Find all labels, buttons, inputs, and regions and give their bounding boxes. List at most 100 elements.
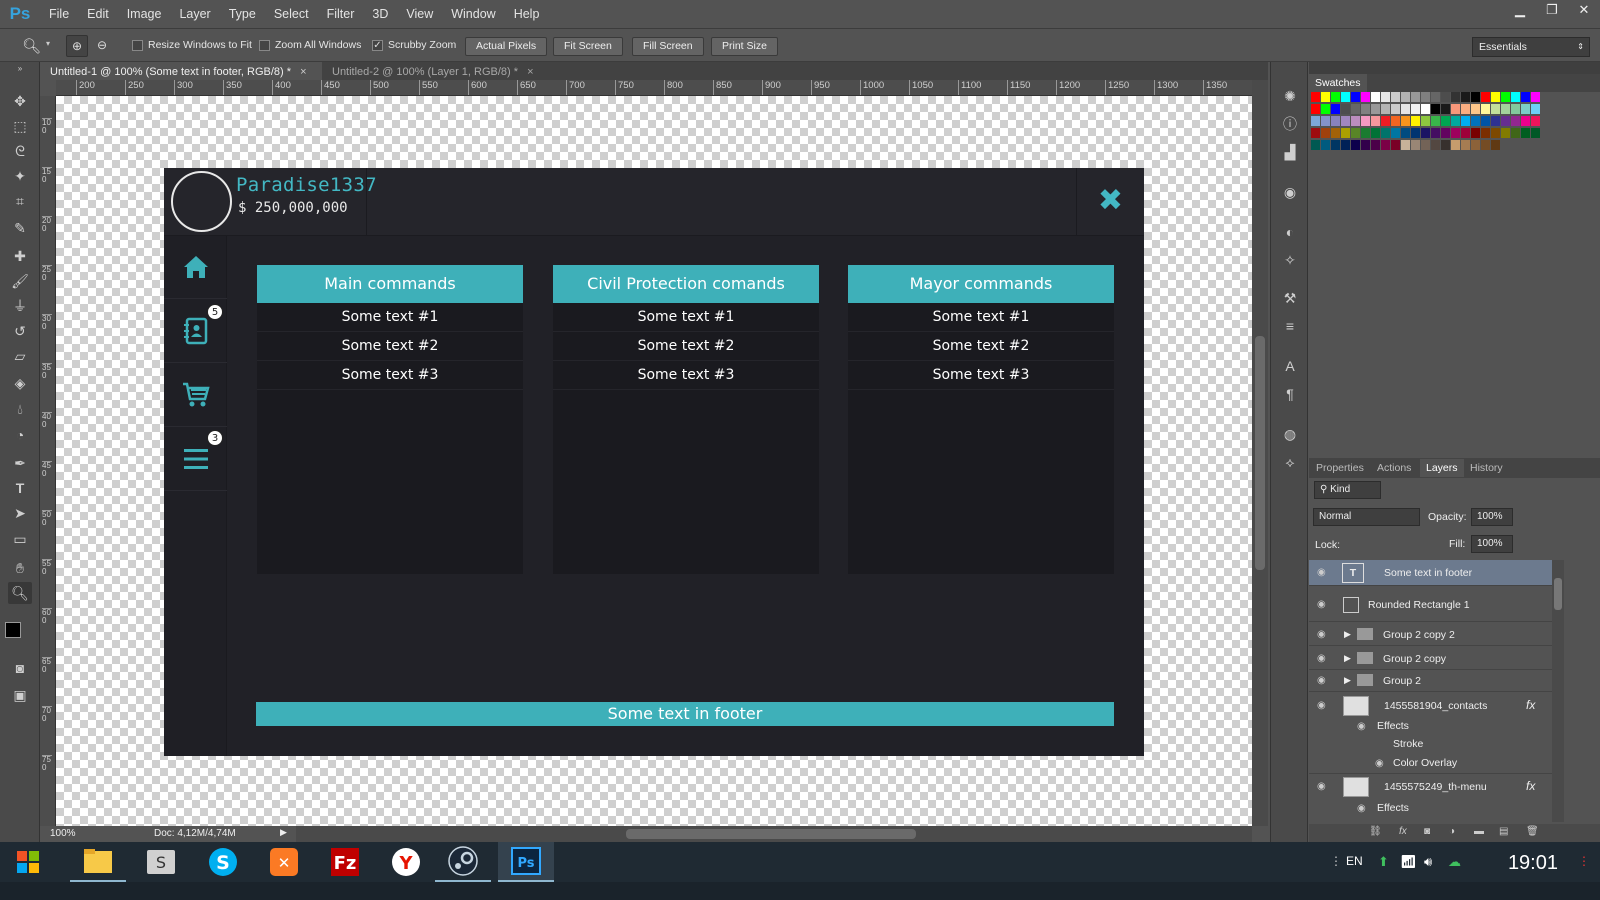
shape-tool-icon[interactable]: ▭	[8, 528, 32, 550]
visibility-eye-icon[interactable]: ◉	[1317, 675, 1331, 687]
color-swatch[interactable]	[1361, 140, 1370, 150]
sync-icon[interactable]: ☁	[1448, 854, 1461, 870]
opacity-field[interactable]: 100%	[1471, 508, 1513, 526]
lasso-tool-icon[interactable]: ᘓ	[8, 140, 32, 162]
sidebar-item-contacts[interactable]: 5	[164, 300, 227, 363]
color-swatch[interactable]	[1381, 140, 1390, 150]
color-swatch[interactable]	[1511, 128, 1520, 138]
color-swatch[interactable]	[1311, 92, 1320, 102]
color-swatch[interactable]	[1431, 140, 1440, 150]
color-swatch[interactable]	[1501, 128, 1510, 138]
color-swatch[interactable]	[1431, 92, 1440, 102]
color-swatch[interactable]	[1431, 104, 1440, 114]
fx-icon[interactable]: fx	[1526, 698, 1535, 712]
color-swatch[interactable]	[1351, 92, 1360, 102]
color-swatch[interactable]	[1351, 104, 1360, 114]
fx-icon[interactable]: fx	[1526, 779, 1535, 793]
color-swatch[interactable]	[1521, 92, 1530, 102]
color-swatch[interactable]	[1401, 92, 1410, 102]
color-swatch[interactable]	[1441, 116, 1450, 126]
tab-history[interactable]: History	[1464, 459, 1509, 477]
color-swatch[interactable]	[1521, 104, 1530, 114]
color-swatch[interactable]	[1331, 116, 1340, 126]
color-swatch[interactable]	[1341, 116, 1350, 126]
close-tab-icon[interactable]: ×	[527, 66, 533, 78]
histogram-icon[interactable]: ▟	[1280, 142, 1300, 162]
color-swatch[interactable]	[1501, 104, 1510, 114]
color-swatch[interactable]	[1461, 92, 1470, 102]
channels-icon[interactable]: ◍	[1280, 424, 1300, 444]
color-swatch[interactable]	[1371, 104, 1380, 114]
color-swatch[interactable]	[1471, 128, 1480, 138]
network-signal-icon[interactable]: 📶︎	[1400, 854, 1417, 870]
color-swatch[interactable]	[1521, 128, 1530, 138]
color-swatch[interactable]	[1361, 104, 1370, 114]
taskbar-steam[interactable]	[435, 842, 491, 882]
adjustments-icon[interactable]: ◐	[1280, 222, 1300, 242]
close-icon[interactable]: ✖	[1076, 168, 1144, 236]
color-swatch[interactable]	[1381, 116, 1390, 126]
magic-wand-tool-icon[interactable]: ✦	[8, 165, 32, 187]
color-swatch[interactable]	[1321, 116, 1330, 126]
menu-select[interactable]: Select	[265, 7, 318, 21]
taskbar-file-explorer[interactable]	[70, 842, 126, 882]
menu-file[interactable]: File	[40, 7, 78, 21]
menu-window[interactable]: Window	[442, 7, 504, 21]
tab-untitled-2[interactable]: Untitled-2 @ 100% (Layer 1, RGB/8) * ×	[324, 62, 542, 82]
color-swatch[interactable]	[1451, 92, 1460, 102]
color-swatch[interactable]	[1311, 104, 1320, 114]
tool-presets-icon[interactable]: ≡	[1280, 316, 1300, 336]
color-swatch[interactable]	[1451, 104, 1460, 114]
layer-row[interactable]: ◉ 1455575249_th-menu fx	[1309, 774, 1552, 800]
visibility-eye-icon[interactable]: ◉	[1317, 700, 1331, 712]
add-style-icon[interactable]: fx	[1399, 826, 1407, 837]
blur-tool-icon[interactable]: 💧︎	[8, 398, 32, 420]
color-swatch[interactable]	[1461, 104, 1470, 114]
color-swatch[interactable]	[1391, 116, 1400, 126]
color-swatch[interactable]	[1381, 92, 1390, 102]
hand-tool-icon[interactable]: ✋︎	[8, 557, 32, 579]
vertical-scrollbar[interactable]	[1252, 80, 1268, 826]
menu-help[interactable]: Help	[505, 7, 549, 21]
color-swatch[interactable]	[1481, 128, 1490, 138]
color-swatch[interactable]	[1321, 92, 1330, 102]
tool-preset-dropdown-icon[interactable]: ▾	[46, 39, 50, 48]
menu-view[interactable]: View	[397, 7, 442, 21]
color-swatch[interactable]	[1511, 116, 1520, 126]
color-swatch[interactable]	[1421, 104, 1430, 114]
close-window-button[interactable]: ✕	[1568, 0, 1600, 20]
sidebar-item-home[interactable]	[164, 236, 227, 299]
swatch-grid[interactable]	[1311, 92, 1551, 242]
color-swatch[interactable]	[1441, 128, 1450, 138]
fit-screen-button[interactable]: Fit Screen	[553, 37, 623, 56]
command-row[interactable]: Some text #1	[553, 303, 819, 332]
color-swatch[interactable]	[1421, 92, 1430, 102]
pen-tool-icon[interactable]: ✒	[8, 452, 32, 474]
restore-button[interactable]: ❐	[1536, 0, 1568, 20]
taskbar-xampp[interactable]: ✕	[256, 842, 312, 882]
sidebar-item-menu[interactable]: 3	[164, 428, 227, 491]
new-group-icon[interactable]: ▬	[1474, 826, 1484, 837]
character-icon[interactable]: A	[1280, 356, 1300, 376]
menu-layer[interactable]: Layer	[170, 7, 219, 21]
command-row[interactable]: Some text #3	[848, 361, 1114, 390]
link-layers-icon[interactable]: ⛓	[1369, 826, 1382, 837]
visibility-eye-icon[interactable]: ◉	[1357, 721, 1371, 733]
color-swatch[interactable]	[1401, 140, 1410, 150]
add-mask-icon[interactable]: ◙	[1424, 826, 1430, 837]
color-swatch[interactable]	[1341, 140, 1350, 150]
color-swatch[interactable]	[1331, 140, 1340, 150]
actual-pixels-button[interactable]: Actual Pixels	[465, 37, 548, 56]
visibility-eye-icon[interactable]: ◉	[1317, 629, 1331, 641]
visibility-eye-icon[interactable]: ◉	[1317, 567, 1331, 579]
visibility-eye-icon[interactable]: ◉	[1317, 599, 1331, 611]
command-row[interactable]: Some text #1	[848, 303, 1114, 332]
layer-effects-row[interactable]: ◉ Effects	[1309, 800, 1552, 818]
layers-scrollbar[interactable]	[1552, 560, 1564, 822]
close-tab-icon[interactable]: ×	[300, 66, 306, 78]
color-swatch[interactable]	[1421, 116, 1430, 126]
color-swatch[interactable]	[1481, 104, 1490, 114]
color-swatch[interactable]	[1341, 128, 1350, 138]
color-swatch[interactable]	[1311, 140, 1320, 150]
color-swatch[interactable]	[1341, 104, 1350, 114]
